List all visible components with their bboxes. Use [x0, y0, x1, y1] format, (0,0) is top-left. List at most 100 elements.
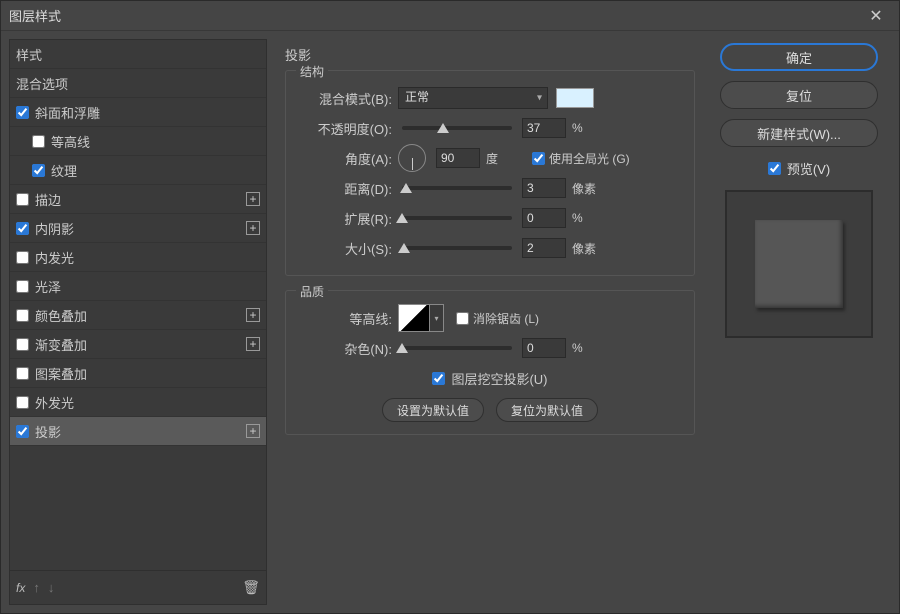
item-label: 纹理 — [51, 161, 77, 180]
knockout-checkbox[interactable] — [432, 372, 445, 385]
distance-slider[interactable] — [402, 186, 512, 190]
titlebar: 图层样式 ✕ — [1, 1, 899, 31]
noise-row: 杂色(N): % — [296, 333, 684, 363]
spread-row: 扩展(R): % — [296, 203, 684, 233]
checkbox[interactable] — [16, 251, 29, 264]
slider-thumb[interactable] — [437, 123, 449, 133]
style-item-texture[interactable]: 纹理 — [10, 156, 266, 185]
size-label: 大小(S): — [296, 239, 392, 258]
global-light-label: 使用全局光 (G) — [549, 150, 630, 167]
blend-mode-row: 混合模式(B): 正常 ▾ — [296, 83, 684, 113]
checkbox[interactable] — [32, 164, 45, 177]
blend-mode-select[interactable]: 正常 ▾ — [398, 87, 548, 109]
slider-thumb[interactable] — [398, 243, 410, 253]
plus-icon[interactable]: + — [246, 308, 260, 322]
opacity-slider[interactable] — [402, 126, 512, 130]
style-item-innershadow[interactable]: 内阴影 + — [10, 214, 266, 243]
reset-default-button[interactable]: 复位为默认值 — [496, 398, 598, 422]
right-panel: 确定 复位 新建样式(W)... 预览(V) — [713, 39, 891, 605]
checkbox[interactable] — [16, 425, 29, 438]
style-item-gradientoverlay[interactable]: 渐变叠加+ — [10, 330, 266, 359]
checkbox[interactable] — [32, 135, 45, 148]
item-label: 内阴影 — [35, 219, 74, 238]
style-item-patternoverlay[interactable]: 图案叠加 — [10, 359, 266, 388]
checkbox[interactable] — [768, 162, 781, 175]
checkbox[interactable] — [16, 222, 29, 235]
preview-checkbox[interactable]: 预览(V) — [768, 159, 830, 178]
quality-legend: 品质 — [296, 283, 328, 300]
sidebar-header-blend[interactable]: 混合选项 — [10, 69, 266, 98]
style-item-outerglow[interactable]: 外发光 — [10, 388, 266, 417]
checkbox[interactable] — [16, 106, 29, 119]
cancel-button[interactable]: 复位 — [720, 81, 878, 109]
style-item-contour[interactable]: 等高线 — [10, 127, 266, 156]
opacity-label: 不透明度(O): — [296, 119, 392, 138]
checkbox[interactable] — [456, 312, 469, 325]
angle-label: 角度(A): — [296, 149, 392, 168]
spread-unit: % — [572, 211, 606, 225]
checkbox[interactable] — [16, 338, 29, 351]
ok-button[interactable]: 确定 — [720, 43, 878, 71]
close-button[interactable]: ✕ — [861, 2, 891, 30]
checkbox[interactable] — [532, 152, 545, 165]
style-item-dropshadow[interactable]: 投影 + — [10, 417, 266, 446]
style-item-stroke[interactable]: 描边+ — [10, 185, 266, 214]
distance-row: 距离(D): 像素 — [296, 173, 684, 203]
style-list: 样式 混合选项 斜面和浮雕 等高线 纹理 描边+ 内阴影 + 内发光 光泽 颜色叠… — [10, 40, 266, 570]
distance-input[interactable] — [522, 178, 566, 198]
new-style-button[interactable]: 新建样式(W)... — [720, 119, 878, 147]
arrow-up-icon[interactable]: ↑ — [33, 580, 40, 595]
contour-picker[interactable]: ▾ — [398, 304, 444, 332]
structure-legend: 结构 — [296, 63, 328, 80]
preview-label: 预览(V) — [787, 159, 830, 178]
checkbox[interactable] — [16, 309, 29, 322]
noise-input[interactable] — [522, 338, 566, 358]
size-input[interactable] — [522, 238, 566, 258]
opacity-input[interactable] — [522, 118, 566, 138]
checkbox[interactable] — [16, 280, 29, 293]
item-label: 内发光 — [35, 248, 74, 267]
btn-label: 新建样式(W)... — [757, 124, 841, 143]
slider-thumb[interactable] — [396, 343, 408, 353]
fx-icon[interactable]: fx — [16, 581, 25, 595]
plus-icon[interactable]: + — [246, 192, 260, 206]
style-item-coloroverlay[interactable]: 颜色叠加+ — [10, 301, 266, 330]
style-item-innerglow[interactable]: 内发光 — [10, 243, 266, 272]
set-default-button[interactable]: 设置为默认值 — [382, 398, 484, 422]
plus-icon[interactable]: + — [246, 424, 260, 438]
checkbox[interactable] — [16, 396, 29, 409]
panel-title: 投影 — [285, 45, 695, 64]
trash-icon[interactable]: 🗑 — [242, 579, 260, 596]
default-buttons-row: 设置为默认值 复位为默认值 — [296, 398, 684, 422]
antialias-checkbox[interactable]: 消除锯齿 (L) — [456, 310, 539, 327]
noise-slider[interactable] — [402, 346, 512, 350]
item-label: 图案叠加 — [35, 364, 87, 383]
contour-row: 等高线: ▾ 消除锯齿 (L) — [296, 303, 684, 333]
slider-thumb[interactable] — [396, 213, 408, 223]
knockout-row: 图层挖空投影(U) — [296, 369, 684, 388]
spread-slider[interactable] — [402, 216, 512, 220]
sidebar-footer: fx ↑ ↓ 🗑 — [10, 570, 266, 604]
style-item-satin[interactable]: 光泽 — [10, 272, 266, 301]
size-slider[interactable] — [402, 246, 512, 250]
angle-input[interactable] — [436, 148, 480, 168]
color-swatch[interactable] — [556, 88, 594, 108]
size-unit: 像素 — [572, 240, 606, 257]
checkbox[interactable] — [16, 193, 29, 206]
sidebar-header-style[interactable]: 样式 — [10, 40, 266, 69]
global-light-checkbox[interactable]: 使用全局光 (G) — [532, 150, 630, 167]
spread-input[interactable] — [522, 208, 566, 228]
dialog-title: 图层样式 — [9, 6, 861, 25]
style-item-bevel[interactable]: 斜面和浮雕 — [10, 98, 266, 127]
item-label: 投影 — [35, 422, 61, 441]
layer-style-dialog: 图层样式 ✕ 样式 混合选项 斜面和浮雕 等高线 纹理 描边+ 内阴影 + 内发光… — [0, 0, 900, 614]
checkbox[interactable] — [16, 367, 29, 380]
distance-unit: 像素 — [572, 180, 606, 197]
plus-icon[interactable]: + — [246, 221, 260, 235]
slider-thumb[interactable] — [400, 183, 412, 193]
structure-fieldset: 结构 混合模式(B): 正常 ▾ 不透明度(O): % 角度(A) — [285, 70, 695, 276]
knockout-label: 图层挖空投影(U) — [451, 369, 547, 388]
plus-icon[interactable]: + — [246, 337, 260, 351]
angle-dial[interactable] — [398, 144, 426, 172]
arrow-down-icon[interactable]: ↓ — [48, 580, 55, 595]
